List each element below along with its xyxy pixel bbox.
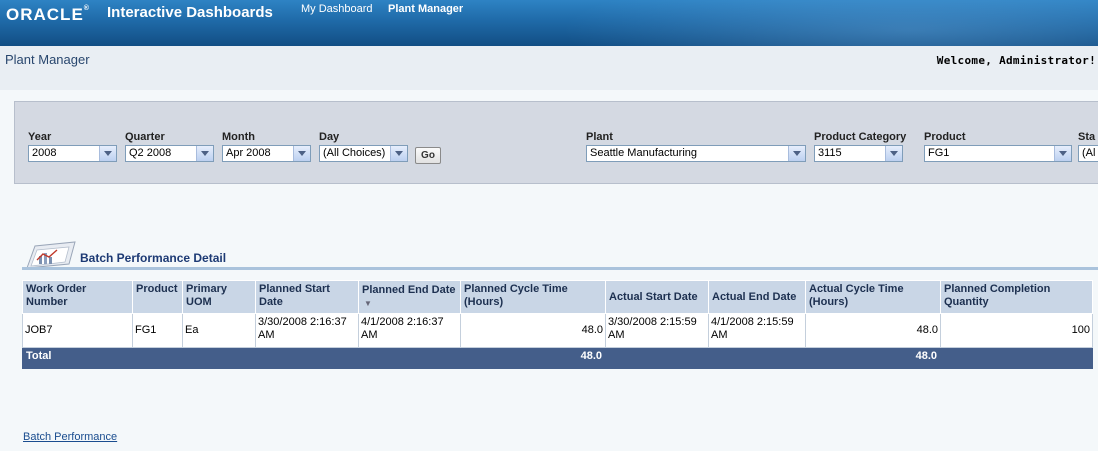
status-prompt: Sta (Al (1078, 131, 1098, 162)
product-prompt: Product FG1 (924, 131, 1072, 162)
day-value: (All Choices) (323, 147, 386, 159)
day-select[interactable]: (All Choices) (319, 145, 408, 162)
planned-cycle-cell: 48.0 (460, 313, 606, 348)
column-header[interactable]: Actual End Date (708, 280, 806, 314)
year-value: 2008 (32, 147, 57, 159)
report-title: Batch Performance Detail (80, 251, 227, 265)
go-button[interactable]: Go (415, 147, 441, 164)
product-cell: FG1 (132, 313, 183, 348)
oracle-logo: ORACLE® (6, 5, 90, 24)
year-select[interactable]: 2008 (28, 145, 117, 162)
total-empty-cell (940, 347, 1093, 369)
total-label: Total (22, 347, 461, 369)
dashboard-prompts: Year 2008 Quarter Q2 2008 Month Apr 2008… (14, 101, 1098, 184)
day-prompt: Day (All Choices) (319, 131, 408, 162)
month-select[interactable]: Apr 2008 (222, 145, 311, 162)
work-order-cell: JOB7 (22, 313, 133, 348)
year-label: Year (28, 131, 52, 143)
product-value: FG1 (928, 147, 950, 159)
plant-value: Seattle Manufacturing (590, 147, 698, 159)
column-header[interactable]: Planned Completion Quantity (940, 280, 1093, 314)
total-row: Total 48.0 48.0 (22, 347, 1093, 369)
batch-performance-table: Work Order Number Product Primary UOM Pl… (22, 280, 1093, 369)
chevron-down-icon[interactable] (99, 146, 116, 161)
chevron-down-icon[interactable] (1054, 146, 1071, 161)
actual-start-cell: 3/30/2008 2:15:59 AM (605, 313, 709, 348)
column-header[interactable]: Planned Start Date (255, 280, 359, 314)
actual-cycle-cell: 48.0 (805, 313, 941, 348)
table-header-row: Work Order Number Product Primary UOM Pl… (22, 280, 1093, 314)
quarter-select[interactable]: Q2 2008 (125, 145, 214, 162)
welcome-message: Welcome, Administrator! (936, 54, 1096, 67)
planned-qty-cell: 100 (940, 313, 1093, 348)
product-category-prompt: Product Category 3115 (814, 131, 906, 162)
planned-end-cell: 4/1/2008 2:16:37 AM (358, 313, 461, 348)
year-prompt: Year 2008 (28, 131, 117, 162)
month-label: Month (222, 131, 255, 143)
sort-down-icon[interactable]: ▼ (364, 297, 457, 310)
month-prompt: Month Apr 2008 (222, 131, 311, 162)
uom-cell: Ea (182, 313, 256, 348)
column-header[interactable]: Product (132, 280, 183, 314)
report-divider (22, 267, 1098, 270)
top-banner: ORACLE® Interactive Dashboards My Dashbo… (0, 0, 1098, 46)
page-title-bar: Plant Manager Welcome, Administrator! (0, 46, 1098, 90)
plant-prompt: Plant Seattle Manufacturing (586, 131, 806, 162)
product-category-select[interactable]: 3115 (814, 145, 903, 162)
quarter-prompt: Quarter Q2 2008 (125, 131, 214, 162)
chevron-down-icon[interactable] (390, 146, 407, 161)
app-title: Interactive Dashboards (107, 4, 273, 21)
chevron-down-icon[interactable] (788, 146, 805, 161)
quarter-value: Q2 2008 (129, 147, 172, 159)
chevron-down-icon[interactable] (885, 146, 902, 161)
product-select[interactable]: FG1 (924, 145, 1072, 162)
total-empty-cell (605, 347, 806, 369)
plant-label: Plant (586, 131, 613, 143)
product-category-label: Product Category (814, 131, 907, 143)
report-chart-icon (26, 241, 76, 269)
status-value: (Al (1082, 147, 1096, 159)
column-header[interactable]: Planned Cycle Time (Hours) (460, 280, 606, 314)
page-title: Plant Manager (5, 52, 90, 67)
status-label: Sta (1078, 131, 1096, 143)
plant-select[interactable]: Seattle Manufacturing (586, 145, 806, 162)
total-actual-cycle: 48.0 (805, 347, 941, 369)
planned-start-cell: 3/30/2008 2:16:37 AM (255, 313, 359, 348)
nav-tab-my-dashboard[interactable]: My Dashboard (301, 3, 373, 15)
total-planned-cycle: 48.0 (460, 347, 606, 369)
nav-tab-plant-manager[interactable]: Plant Manager (388, 3, 463, 15)
column-header[interactable]: Primary UOM (182, 280, 256, 314)
actual-end-cell: 4/1/2008 2:15:59 AM (708, 313, 806, 348)
product-category-value: 3115 (818, 147, 842, 159)
batch-performance-link[interactable]: Batch Performance (23, 431, 117, 443)
chevron-down-icon[interactable] (293, 146, 310, 161)
column-header[interactable]: Actual Start Date (605, 280, 709, 314)
product-label: Product (924, 131, 966, 143)
month-value: Apr 2008 (226, 147, 271, 159)
column-header[interactable]: Work Order Number (22, 280, 133, 314)
table-row: JOB7 FG1 Ea 3/30/2008 2:16:37 AM 4/1/200… (22, 313, 1093, 348)
column-header-sorted[interactable]: Planned End Date ▼ (358, 280, 461, 314)
day-label: Day (319, 131, 340, 143)
chevron-down-icon[interactable] (196, 146, 213, 161)
quarter-label: Quarter (125, 131, 165, 143)
column-header[interactable]: Actual Cycle Time (Hours) (805, 280, 941, 314)
status-select[interactable]: (Al (1078, 145, 1098, 162)
